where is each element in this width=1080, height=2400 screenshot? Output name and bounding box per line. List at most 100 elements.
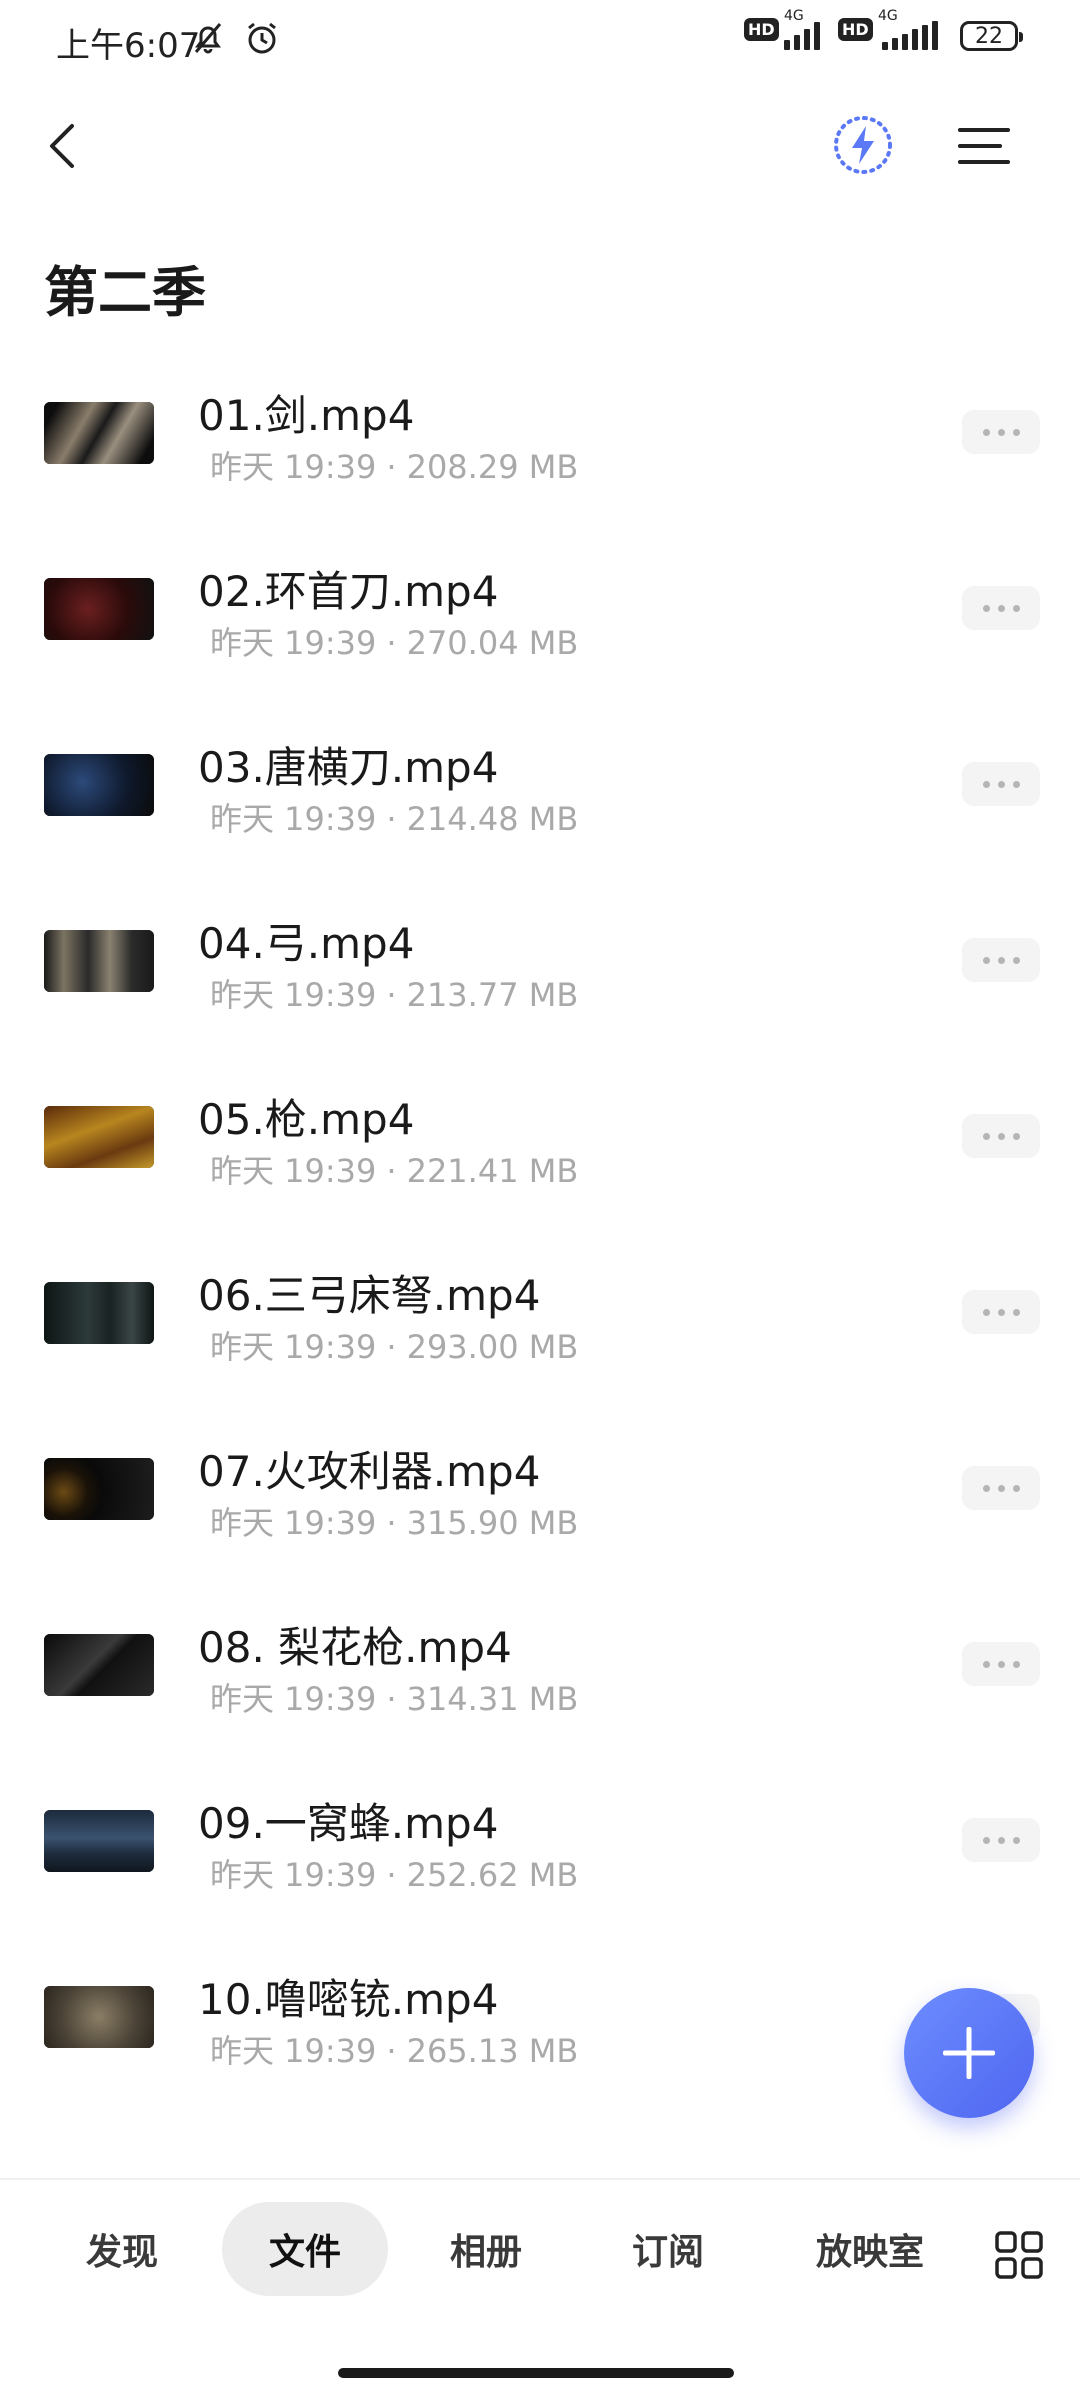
video-thumbnail [44, 754, 154, 816]
more-button[interactable] [962, 1114, 1040, 1158]
tab-cinema[interactable]: 放映室 [796, 2202, 944, 2296]
file-meta: 昨天 19:39 · 265.13 MB [210, 2032, 579, 2070]
file-size: 214.48 MB [406, 800, 579, 838]
video-thumbnail [44, 930, 154, 992]
file-row[interactable]: 04.弓.mp4 昨天 19:39 · 213.77 MB [0, 888, 1080, 1064]
more-button[interactable] [962, 1642, 1040, 1686]
file-size: 252.62 MB [406, 1856, 579, 1894]
file-name: 02.环首刀.mp4 [198, 567, 499, 616]
speed-boost-icon[interactable] [832, 114, 894, 176]
battery-level: 22 [975, 23, 1003, 49]
video-thumbnail [44, 1282, 154, 1344]
battery-icon: 22 [960, 21, 1023, 51]
file-size: 314.31 MB [406, 1680, 579, 1718]
more-button[interactable] [962, 1818, 1040, 1862]
file-row[interactable]: 08. 梨花枪.mp4 昨天 19:39 · 314.31 MB [0, 1592, 1080, 1768]
more-button[interactable] [962, 1466, 1040, 1510]
file-time: 昨天 19:39 [210, 976, 377, 1014]
menu-icon[interactable] [956, 122, 1012, 170]
more-button[interactable] [962, 762, 1040, 806]
file-size: 208.29 MB [406, 448, 579, 486]
more-button[interactable] [962, 938, 1040, 982]
mute-icon [194, 23, 222, 54]
status-left-icons [188, 18, 282, 58]
file-name: 08. 梨花枪.mp4 [198, 1623, 512, 1672]
signal-icon [784, 20, 820, 50]
file-time: 昨天 19:39 [210, 1152, 377, 1190]
status-time: 上午6:07 [56, 26, 201, 66]
page-title: 第二季 [44, 261, 206, 324]
hd-badge: HD [744, 18, 779, 41]
video-thumbnail [44, 1986, 154, 2048]
file-name: 05.枪.mp4 [198, 1095, 415, 1144]
file-name: 07.火攻利器.mp4 [198, 1447, 541, 1496]
file-row[interactable]: 06.三弓床弩.mp4 昨天 19:39 · 293.00 MB [0, 1240, 1080, 1416]
more-button[interactable] [962, 1290, 1040, 1334]
signal-1: HD 4G [744, 8, 824, 52]
file-row[interactable]: 09.一窝蜂.mp4 昨天 19:39 · 252.62 MB [0, 1768, 1080, 1944]
more-icon [982, 1484, 990, 1492]
status-bar: 上午6:07 HD 4G HD 4G 22 [0, 0, 1080, 84]
more-icon [982, 428, 990, 436]
file-list: 01.剑.mp4 昨天 19:39 · 208.29 MB 02.环首刀.mp4 昨… [0, 360, 1080, 2120]
file-size: 213.77 MB [406, 976, 579, 1014]
file-size: 315.90 MB [406, 1504, 579, 1542]
back-arrow-icon[interactable] [40, 118, 88, 174]
more-icon [982, 780, 990, 788]
signal-2: HD 4G [838, 8, 946, 52]
tab-discover[interactable]: 发现 [64, 2202, 180, 2296]
more-icon [982, 1836, 990, 1844]
file-meta: 昨天 19:39 · 213.77 MB [210, 976, 579, 1014]
file-name: 04.弓.mp4 [198, 919, 415, 968]
bottom-nav: 发现 文件 相册 订阅 放映室 [0, 2180, 1080, 2330]
file-size: 293.00 MB [406, 1328, 579, 1366]
more-button[interactable] [962, 410, 1040, 454]
file-size: 265.13 MB [406, 2032, 579, 2070]
file-size: 221.41 MB [406, 1152, 579, 1190]
file-name: 03.唐横刀.mp4 [198, 743, 499, 792]
grid-icon[interactable] [994, 2230, 1044, 2280]
file-size: 270.04 MB [406, 624, 579, 662]
file-time: 昨天 19:39 [210, 1680, 377, 1718]
file-row[interactable]: 03.唐横刀.mp4 昨天 19:39 · 214.48 MB [0, 712, 1080, 888]
file-time: 昨天 19:39 [210, 1504, 377, 1542]
file-time: 昨天 19:39 [210, 800, 377, 838]
video-thumbnail [44, 578, 154, 640]
file-time: 昨天 19:39 [210, 2032, 377, 2070]
more-icon [982, 1308, 990, 1316]
file-meta: 昨天 19:39 · 214.48 MB [210, 800, 579, 838]
file-name: 01.剑.mp4 [198, 391, 415, 440]
video-thumbnail [44, 1458, 154, 1520]
file-time: 昨天 19:39 [210, 1328, 377, 1366]
file-row[interactable]: 05.枪.mp4 昨天 19:39 · 221.41 MB [0, 1064, 1080, 1240]
home-indicator[interactable] [338, 2368, 734, 2378]
file-meta: 昨天 19:39 · 252.62 MB [210, 1856, 579, 1894]
add-button[interactable] [904, 1988, 1034, 2118]
file-meta: 昨天 19:39 · 293.00 MB [210, 1328, 579, 1366]
more-icon [982, 956, 990, 964]
file-meta: 昨天 19:39 · 221.41 MB [210, 1152, 579, 1190]
file-row[interactable]: 02.环首刀.mp4 昨天 19:39 · 270.04 MB [0, 536, 1080, 712]
tab-album[interactable]: 相册 [428, 2202, 544, 2296]
more-button[interactable] [962, 586, 1040, 630]
file-name: 06.三弓床弩.mp4 [198, 1271, 541, 1320]
file-meta: 昨天 19:39 · 314.31 MB [210, 1680, 579, 1718]
tab-subscribe[interactable]: 订阅 [610, 2202, 726, 2296]
file-row[interactable]: 07.火攻利器.mp4 昨天 19:39 · 315.90 MB [0, 1416, 1080, 1592]
file-name: 10.噜嘧铳.mp4 [198, 1975, 499, 2024]
video-thumbnail [44, 1634, 154, 1696]
signal-icon-2 [882, 20, 938, 50]
more-icon [982, 604, 990, 612]
file-name: 09.一窝蜂.mp4 [198, 1799, 499, 1848]
file-time: 昨天 19:39 [210, 624, 377, 662]
more-icon [982, 1132, 990, 1140]
hd-badge-2: HD [838, 18, 873, 41]
alarm-icon [248, 22, 276, 54]
file-meta: 昨天 19:39 · 315.90 MB [210, 1504, 579, 1542]
file-meta: 昨天 19:39 · 208.29 MB [210, 448, 579, 486]
video-thumbnail [44, 1810, 154, 1872]
tab-files[interactable]: 文件 [222, 2202, 388, 2296]
file-time: 昨天 19:39 [210, 1856, 377, 1894]
status-right-icons: HD 4G HD 4G 22 [744, 8, 1023, 52]
file-row[interactable]: 01.剑.mp4 昨天 19:39 · 208.29 MB [0, 360, 1080, 536]
